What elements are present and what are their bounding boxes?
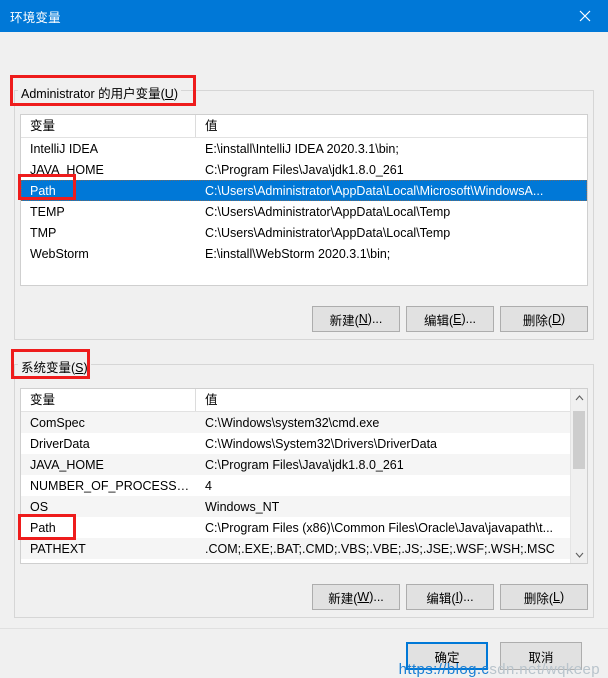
variable-name-cell: JAVA_HOME — [30, 457, 104, 472]
title-bar: 环境变量 — [0, 0, 608, 32]
user-delete-suffix: ) — [561, 312, 566, 326]
variable-value-cell: C:\Users\Administrator\AppData\Local\Tem… — [205, 204, 451, 219]
variable-value-cell: C:\Users\Administrator\AppData\Local\Tem… — [205, 225, 451, 240]
user-delete-button[interactable]: 删除(D) — [500, 306, 588, 332]
user-variables-list[interactable]: 变量 值 IntelliJ IDEA E:\install\IntelliJ ID… — [20, 114, 588, 286]
table-row[interactable]: Path C:\Users\Administrator\AppData\Local… — [21, 180, 587, 201]
user-edit-accel: E — [453, 312, 462, 326]
ok-button[interactable]: 确定 — [406, 642, 488, 670]
footer-separator — [0, 628, 608, 629]
variable-value-cell: C:\Program Files\Java\jdk1.8.0_261 — [205, 457, 404, 472]
user-edit-prefix: 编辑( — [423, 313, 454, 328]
table-row[interactable]: JAVA_HOME C:\Program Files\Java\jdk1.8.0_… — [21, 159, 587, 180]
table-row[interactable]: ComSpec C:\Windows\system32\cmd.exe — [21, 412, 587, 433]
close-icon[interactable] — [562, 0, 608, 32]
variable-value-cell: Windows_NT — [205, 499, 280, 514]
variable-name-cell: ComSpec — [30, 415, 85, 430]
variable-name-cell: DriverData — [30, 436, 90, 451]
system-edit-button[interactable]: 编辑(I)... — [406, 584, 494, 610]
system-delete-button[interactable]: 删除(L) — [500, 584, 588, 610]
user-delete-accel: D — [551, 312, 562, 326]
system-edit-suffix: )... — [459, 590, 474, 604]
variable-value-cell: C:\Windows\System32\Drivers\DriverData — [205, 436, 437, 451]
chevron-down-icon[interactable] — [571, 546, 587, 563]
user-variables-label-prefix: Administrator 的用户变量( — [21, 87, 165, 101]
variable-name-cell: WebStorm — [30, 246, 89, 261]
user-column-header-name[interactable]: 变量 — [21, 115, 196, 137]
user-list-header: 变量 值 — [21, 115, 587, 138]
system-variables-list[interactable]: 变量 值 ComSpec C:\Windows\system32\cmd.exe D… — [20, 388, 588, 564]
table-row[interactable]: WebStorm E:\install\WebStorm 2020.3.1\bin… — [21, 243, 587, 264]
dialog-body: Administrator 的用户变量(U) 变量 值 IntelliJ IDE… — [0, 32, 608, 678]
system-new-button[interactable]: 新建(W)... — [312, 584, 400, 610]
variable-value-cell: C:\Program Files\Java\jdk1.8.0_261 — [205, 162, 404, 177]
table-row[interactable]: Path C:\Program Files (x86)\Common Files\… — [21, 517, 587, 538]
variable-value-cell: C:\Windows\system32\cmd.exe — [205, 415, 380, 430]
user-column-header-value[interactable]: 值 — [196, 115, 587, 137]
table-row[interactable]: NUMBER_OF_PROCESSORS 4 — [21, 475, 587, 496]
system-delete-suffix: ) — [559, 590, 565, 604]
variable-value-cell: C:\Users\Administrator\AppData\Local\Mic… — [205, 183, 544, 198]
system-column-header-name[interactable]: 变量 — [21, 389, 196, 411]
table-row[interactable]: IntelliJ IDEA E:\install\IntelliJ IDEA 20… — [21, 138, 587, 159]
user-new-prefix: 新建( — [329, 313, 359, 328]
system-new-accel: W — [357, 590, 370, 604]
system-variables-group-label: 系统变量(S) — [18, 357, 91, 376]
user-edit-suffix: )... — [461, 312, 477, 326]
table-row[interactable]: OS Windows_NT — [21, 496, 587, 517]
system-variables-label-prefix: 系统变量( — [21, 361, 76, 375]
system-column-header-value[interactable]: 值 — [196, 389, 587, 411]
table-row[interactable]: PATHEXT .COM;.EXE;.BAT;.CMD;.VBS;.VBE;.JS… — [21, 538, 587, 559]
variable-value-cell: 4 — [205, 478, 212, 493]
user-new-accel: N — [358, 312, 368, 326]
system-list-scrollbar[interactable] — [570, 389, 587, 563]
variable-value-cell: C:\Program Files (x86)\Common Files\Orac… — [205, 520, 554, 535]
window-title: 环境变量 — [10, 10, 61, 25]
scrollbar-thumb[interactable] — [573, 411, 585, 469]
table-row[interactable]: TEMP C:\Users\Administrator\AppData\Local… — [21, 201, 587, 222]
variable-name-cell: PATHEXT — [30, 541, 86, 556]
variable-value-cell: .COM;.EXE;.BAT;.CMD;.VBS;.VBE;.JS;.JSE;.… — [205, 541, 555, 556]
variable-name-cell: TEMP — [30, 204, 65, 219]
user-list-rows: IntelliJ IDEA E:\install\IntelliJ IDEA 20… — [21, 138, 587, 264]
user-variables-label-suffix: ) — [173, 87, 178, 101]
table-row[interactable]: DriverData C:\Windows\System32\Drivers\Dr… — [21, 433, 587, 454]
variable-name-cell: IntelliJ IDEA — [30, 141, 99, 156]
system-new-suffix: )... — [369, 590, 384, 604]
chevron-up-icon[interactable] — [571, 389, 587, 406]
system-new-prefix: 新建( — [328, 591, 358, 606]
variable-value-cell: E:\install\WebStorm 2020.3.1\bin; — [205, 246, 391, 261]
user-variables-group-label: Administrator 的用户变量(U) — [18, 83, 181, 102]
user-delete-prefix: 删除( — [522, 313, 552, 328]
system-list-header: 变量 值 — [21, 389, 587, 412]
system-delete-prefix: 删除( — [523, 591, 554, 606]
user-new-button[interactable]: 新建(N)... — [312, 306, 400, 332]
variable-name-cell: JAVA_HOME — [30, 162, 104, 177]
variable-name-cell: OS — [30, 499, 49, 514]
user-edit-button[interactable]: 编辑(E)... — [406, 306, 494, 332]
variable-name-cell: Path — [30, 183, 56, 198]
table-row[interactable]: JAVA_HOME C:\Program Files\Java\jdk1.8.0_… — [21, 454, 587, 475]
user-variables-label-accel: U — [164, 87, 174, 101]
table-row[interactable]: TMP C:\Users\Administrator\AppData\Local\… — [21, 222, 587, 243]
cancel-button[interactable]: 取消 — [500, 642, 582, 670]
variable-name-cell: Path — [30, 520, 56, 535]
system-list-rows: ComSpec C:\Windows\system32\cmd.exe Driver… — [21, 412, 587, 559]
variable-value-cell: E:\install\IntelliJ IDEA 2020.3.1\bin; — [205, 141, 399, 156]
variable-name-cell: NUMBER_OF_PROCESSORS — [30, 478, 196, 493]
system-variables-label-suffix: ) — [83, 361, 88, 375]
system-edit-prefix: 编辑( — [426, 591, 456, 606]
variable-name-cell: TMP — [30, 225, 57, 240]
system-delete-accel: L — [553, 590, 560, 604]
system-variables-label-accel: S — [75, 361, 84, 375]
user-new-suffix: )... — [367, 312, 383, 326]
